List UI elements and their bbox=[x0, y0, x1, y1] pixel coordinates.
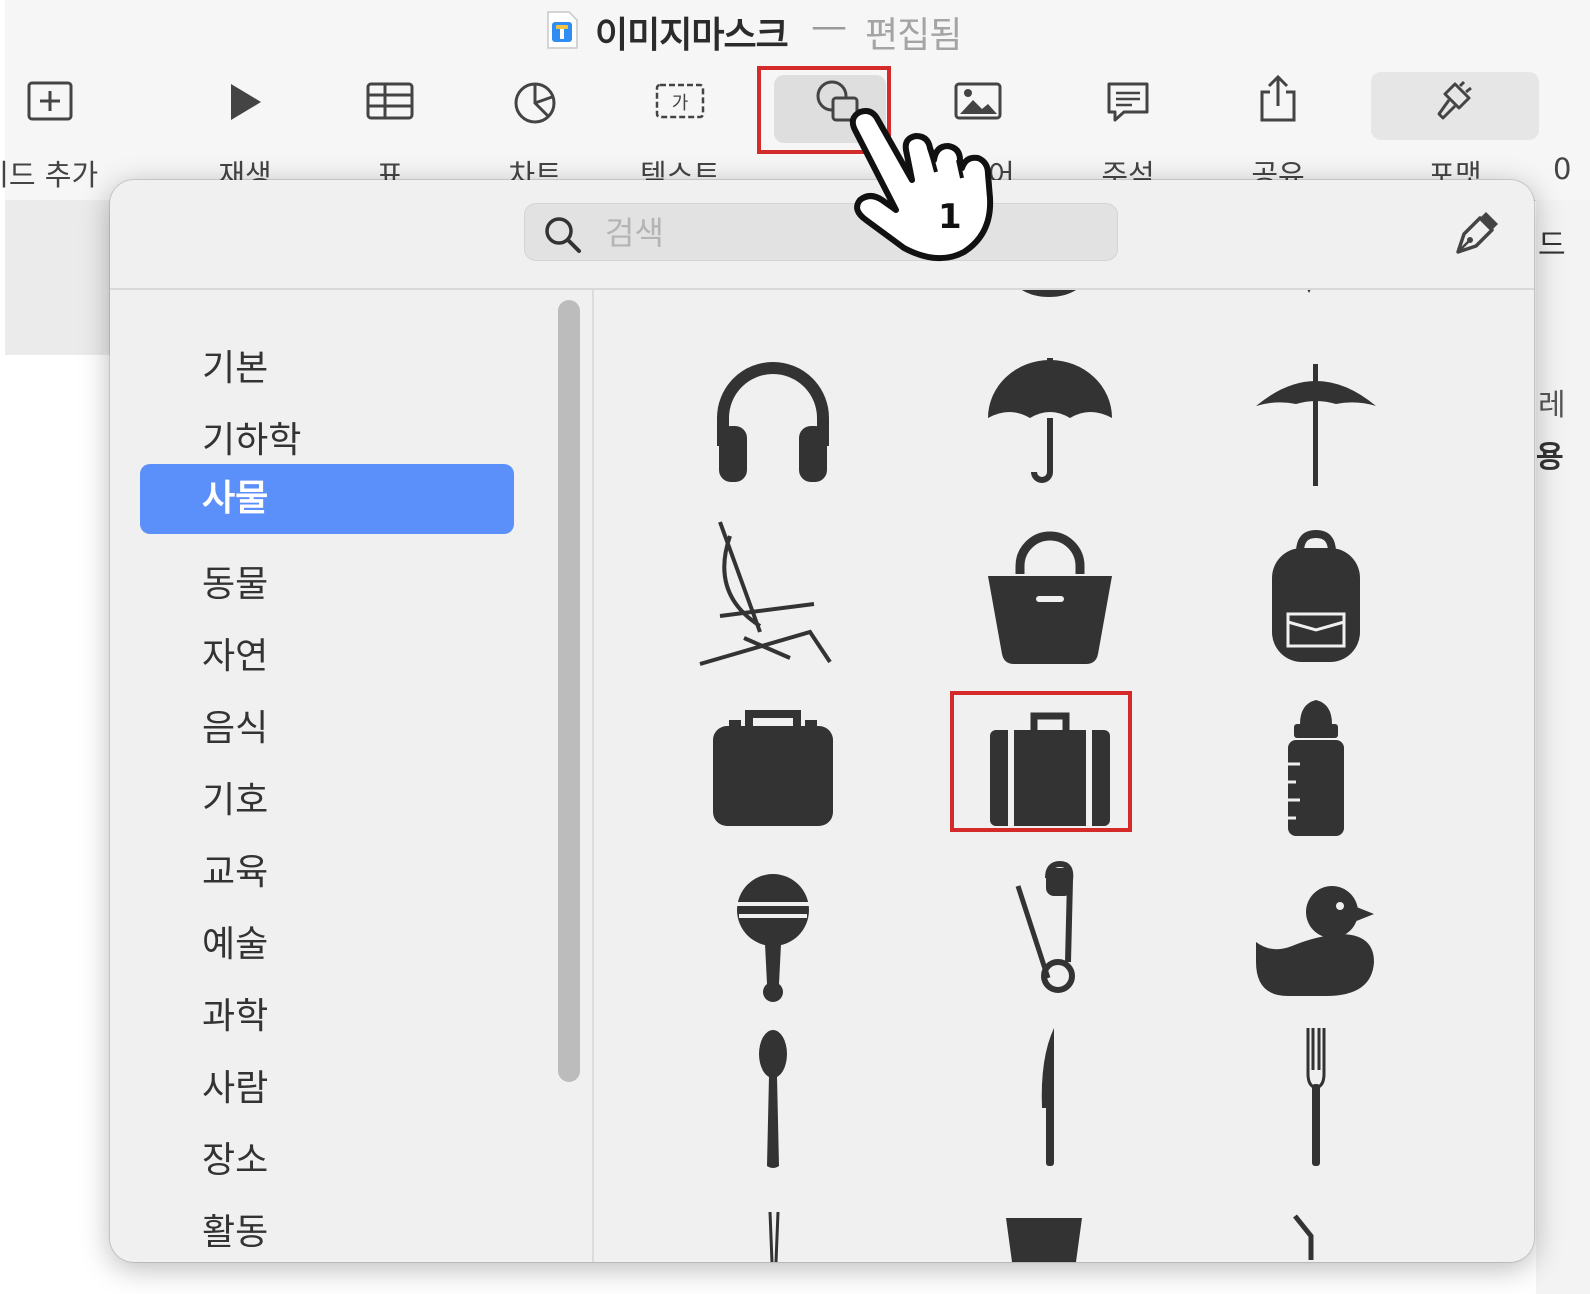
umbrella-icon bbox=[988, 358, 1112, 483]
format-sidebar-edge: 드 레 용 bbox=[1536, 200, 1590, 1294]
briefcase-shape[interactable] bbox=[693, 686, 853, 846]
rubber-duck-shape[interactable] bbox=[1236, 850, 1396, 1010]
category-scrollbar[interactable] bbox=[558, 300, 580, 1082]
category-sidebar: 기본 기하학 사물 동물 자연 음식 기호 교육 예술 과학 사람 장소 활동 bbox=[110, 290, 592, 1262]
beach-umbrella-icon bbox=[1256, 364, 1376, 486]
category-science[interactable]: 과학 bbox=[140, 982, 514, 1052]
play-button[interactable]: 재생 bbox=[170, 70, 320, 192]
safety-pin-icon bbox=[1015, 860, 1075, 993]
table-icon bbox=[366, 82, 414, 120]
backpack-shape[interactable] bbox=[1236, 514, 1396, 674]
sidebar-partial-text-1: 드 bbox=[1538, 228, 1566, 263]
text-box-icon: 가 bbox=[655, 83, 705, 119]
category-nature[interactable]: 자연 bbox=[140, 622, 514, 692]
table-button[interactable]: 표 bbox=[315, 70, 465, 192]
add-slide-label: ·이드 추가 bbox=[0, 158, 99, 192]
comment-button[interactable]: 주석 bbox=[1053, 70, 1203, 192]
keynote-document-icon bbox=[547, 11, 578, 49]
knife-shape[interactable] bbox=[970, 1018, 1130, 1178]
format-brush-icon bbox=[1437, 80, 1472, 120]
toolbar-overflow-label: 0 bbox=[1553, 152, 1572, 186]
search-icon bbox=[545, 217, 581, 253]
category-food[interactable]: 음식 bbox=[140, 694, 514, 764]
shape-library-popover: 기본 기하학 사물 동물 자연 음식 기호 교육 예술 과학 사람 장소 활동 bbox=[110, 180, 1534, 1262]
category-objects[interactable]: 사물 bbox=[140, 464, 514, 534]
baby-bottle-shape[interactable] bbox=[1236, 686, 1396, 846]
shape-search-field[interactable] bbox=[524, 203, 1118, 261]
safety-pin-shape[interactable] bbox=[970, 850, 1130, 1010]
category-people[interactable]: 사람 bbox=[140, 1054, 514, 1124]
partial-shape-icon[interactable] bbox=[994, 290, 1104, 310]
text-button[interactable]: 가 텍스트 bbox=[605, 70, 755, 192]
share-button[interactable]: 공유 bbox=[1203, 70, 1353, 192]
suitcase-highlight bbox=[950, 691, 1132, 832]
draw-with-pen-icon[interactable] bbox=[1450, 208, 1502, 260]
beach-chair-shape[interactable] bbox=[690, 514, 850, 674]
category-activities[interactable]: 활동 bbox=[140, 1198, 514, 1262]
spoon-shape[interactable] bbox=[693, 1018, 853, 1178]
category-basic[interactable]: 기본 bbox=[140, 334, 514, 404]
category-places[interactable]: 장소 bbox=[140, 1126, 514, 1196]
backpack-icon bbox=[1272, 529, 1360, 662]
headphones-shape[interactable] bbox=[693, 338, 853, 498]
headphones-icon bbox=[717, 362, 829, 482]
document-status: 편집됨 bbox=[865, 15, 962, 56]
format-button[interactable]: 포맷 bbox=[1371, 70, 1539, 192]
svg-text:가: 가 bbox=[672, 93, 689, 114]
document-title: 이미지마스크 bbox=[595, 15, 789, 56]
fork-shape[interactable] bbox=[1236, 1018, 1396, 1178]
partial-cup-icon[interactable] bbox=[1004, 1212, 1084, 1262]
baby-bottle-icon bbox=[1288, 700, 1344, 836]
category-education[interactable]: 교육 bbox=[140, 838, 514, 908]
play-icon bbox=[231, 84, 261, 120]
comment-icon bbox=[1107, 82, 1149, 122]
tote-bag-icon bbox=[988, 531, 1112, 664]
title-separator: — bbox=[811, 6, 847, 47]
step-number-label: 1 bbox=[938, 197, 962, 237]
rubber-duck-icon bbox=[1256, 886, 1374, 996]
partial-chopsticks-icon[interactable] bbox=[764, 1212, 784, 1262]
pointing-hand-cursor-icon: 1 bbox=[849, 108, 994, 262]
maraca-shape[interactable] bbox=[693, 850, 853, 1010]
share-icon bbox=[1260, 74, 1296, 122]
category-animals[interactable]: 동물 bbox=[140, 550, 514, 620]
slide-navigator-area bbox=[5, 200, 110, 355]
category-symbols[interactable]: 기호 bbox=[140, 766, 514, 836]
category-art[interactable]: 예술 bbox=[140, 910, 514, 980]
tote-bag-shape[interactable] bbox=[970, 514, 1130, 674]
beach-chair-icon bbox=[699, 521, 832, 666]
beach-umbrella-shape[interactable] bbox=[1236, 338, 1396, 498]
sidebar-partial-text-3: 용 bbox=[1536, 440, 1564, 475]
add-slide-icon bbox=[27, 81, 73, 121]
add-slide-button[interactable]: ·이드 추가 bbox=[0, 70, 125, 192]
umbrella-shape[interactable] bbox=[970, 338, 1130, 498]
chart-icon bbox=[514, 82, 556, 124]
sidebar-partial-text-2: 레 bbox=[1538, 388, 1566, 423]
partial-straw-icon[interactable] bbox=[1289, 1210, 1329, 1260]
briefcase-icon bbox=[713, 710, 833, 826]
maraca-icon bbox=[737, 874, 809, 1002]
partial-shape-icon-2[interactable] bbox=[1299, 290, 1319, 299]
spoon-icon bbox=[759, 1030, 787, 1168]
chart-button[interactable]: 차트 bbox=[460, 70, 610, 192]
fork-icon bbox=[1306, 1028, 1326, 1166]
knife-icon bbox=[1041, 1028, 1054, 1166]
